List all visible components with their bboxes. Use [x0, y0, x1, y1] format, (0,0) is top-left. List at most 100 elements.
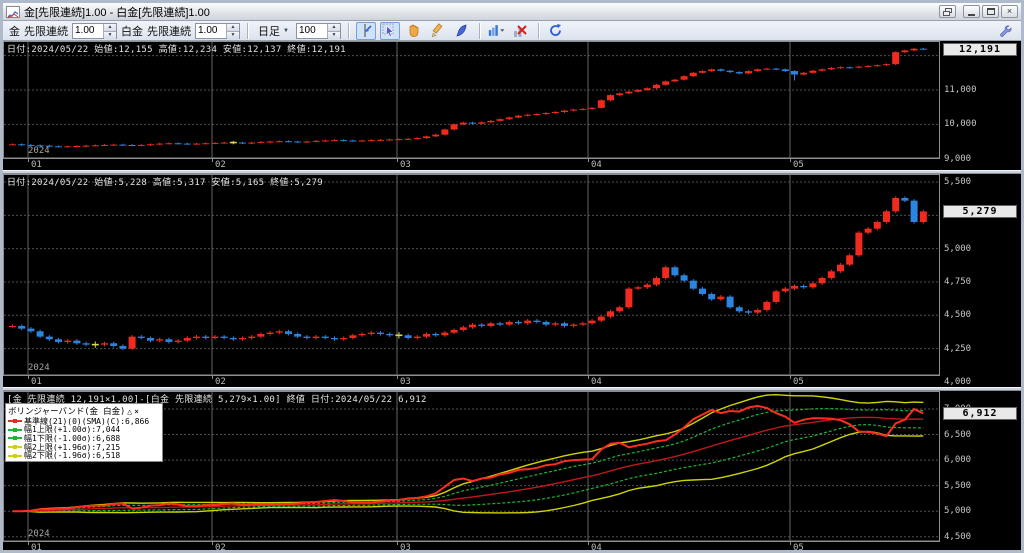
y-axis-tick-label: 5,500	[944, 480, 972, 491]
instrument2-multiplier-input[interactable]	[196, 23, 226, 38]
gold-price-axis: 11,000 10,000 9,000	[940, 41, 1021, 170]
title-bar[interactable]: 金[先限連続]1.00 - 白金[先限連続]1.00 ×	[3, 3, 1021, 21]
legend-close-icon[interactable]: ×	[134, 407, 139, 416]
y-axis-tick-label: 6,500	[944, 429, 972, 440]
y-axis-tick-label: 4,500	[944, 531, 972, 542]
trendline-icon	[364, 24, 373, 37]
y-axis-tick-label: 4,000	[944, 376, 972, 387]
chart-canvas[interactable]: 日付:2024/05/22 始値:12,155 高値:12,234 安値:12,…	[3, 41, 1021, 550]
candlestick-plot[interactable]	[3, 41, 1021, 550]
legend-color-marker	[8, 445, 22, 450]
spin-down-icon[interactable]: ▼	[227, 30, 239, 39]
instrument1-multiplier-spinner[interactable]: ▲▼	[72, 22, 117, 39]
y-axis-tick-label: 5,000	[944, 243, 972, 254]
x-axis-month-label: 01	[31, 160, 42, 170]
y-axis-tick-label: 9,000	[944, 153, 972, 164]
float-window-button[interactable]	[939, 5, 956, 18]
instrument1-label: 金	[9, 25, 20, 38]
x-axis-month-label: 04	[591, 543, 602, 550]
spin-down-icon[interactable]: ▼	[104, 30, 116, 39]
period-dropdown[interactable]: 日足 ▼	[255, 22, 292, 40]
toolbar-separator	[247, 22, 248, 39]
x-axis-month-label: 01	[31, 377, 42, 387]
wrench-icon	[1000, 25, 1012, 37]
chart-window: 金[先限連続]1.00 - 白金[先限連続]1.00 × 金 先限連続 ▲▼ 白…	[0, 0, 1024, 553]
y-axis-tick-label: 5,000	[944, 506, 972, 517]
chevron-down-icon: ▼	[283, 27, 289, 34]
toolbar-separator	[478, 22, 480, 39]
trendline-tool-button[interactable]	[355, 21, 376, 40]
legend-color-marker	[8, 419, 22, 424]
delete-indicator-button[interactable]	[511, 22, 531, 40]
x-axis-month-label: 03	[400, 543, 411, 550]
refresh-icon	[550, 24, 562, 36]
instrument2-multiplier-spinner[interactable]: ▲▼	[195, 22, 240, 39]
settings-wrench-button[interactable]	[995, 22, 1015, 40]
window-title: 金[先限連続]1.00 - 白金[先限連続]1.00	[24, 6, 210, 19]
bar-count-spinner[interactable]: ▲▼	[295, 22, 341, 39]
spread-time-axis: 01 02 03 04 05	[3, 541, 940, 550]
pencil-tool-button[interactable]	[428, 22, 448, 40]
platinum-ohlc-readout: 日付:2024/05/22 始値:5,228 高値:5,317 安値:5,165…	[7, 178, 324, 188]
legend-color-marker	[8, 427, 22, 432]
minimize-button[interactable]	[963, 5, 980, 18]
bar-count-input[interactable]	[296, 23, 327, 38]
y-axis-tick-label: 10,000	[944, 119, 977, 130]
chart-type-dropdown-button[interactable]	[487, 22, 507, 40]
x-axis-month-label: 02	[215, 160, 226, 170]
x-axis-month-label: 02	[215, 377, 226, 387]
legend-item: 幅2下限(-1.96σ):6,518	[8, 451, 160, 460]
x-axis-month-label: 04	[591, 377, 602, 387]
hand-icon	[410, 24, 419, 37]
platinum-current-price-badge: 5,279	[943, 204, 1017, 218]
x-axis-month-label: 03	[400, 160, 411, 170]
toolbar-separator	[537, 22, 539, 39]
instrument1-series-label: 先限連続	[24, 25, 68, 38]
year-label: 2024	[28, 146, 50, 156]
y-axis-tick-label: 4,500	[944, 310, 972, 321]
instrument1-multiplier-input[interactable]	[73, 23, 103, 38]
x-axis-month-label: 05	[793, 160, 804, 170]
quill-tool-button[interactable]	[452, 22, 472, 40]
spin-up-icon[interactable]: ▲	[327, 23, 340, 31]
y-axis-tick-label: 4,750	[944, 276, 972, 287]
y-axis-tick-label: 6,000	[944, 455, 972, 466]
select-tool-button[interactable]	[379, 21, 400, 40]
platinum-time-axis: 01 02 03 04 05	[3, 375, 940, 387]
instrument2-series-label: 先限連続	[147, 25, 191, 38]
panel-divider[interactable]	[3, 387, 1021, 391]
close-button[interactable]: ×	[1001, 5, 1018, 18]
x-axis-month-label: 05	[793, 543, 804, 550]
legend-color-marker	[8, 436, 22, 441]
spin-down-icon[interactable]: ▼	[327, 30, 340, 39]
quill-icon	[456, 24, 467, 37]
gold-time-axis: 01 02 03 04 05	[3, 158, 940, 170]
x-axis-month-label: 03	[400, 377, 411, 387]
year-label: 2024	[28, 529, 50, 539]
spread-current-value-badge: 6,912	[943, 406, 1017, 420]
instrument2-label: 白金	[121, 25, 143, 38]
legend-item-label: 幅2下限(-1.96σ):6,518	[24, 451, 121, 461]
legend-collapse-icon[interactable]: △	[127, 407, 132, 416]
maximize-button[interactable]	[982, 5, 999, 18]
y-axis-tick-label: 4,250	[944, 343, 972, 354]
refresh-button[interactable]	[546, 22, 566, 40]
x-axis-month-label: 05	[793, 377, 804, 387]
toolbar: 金 先限連続 ▲▼ 白金 先限連続 ▲▼ 日足▼ ▲▼	[3, 21, 1021, 41]
app-chart-icon	[6, 5, 20, 18]
hand-tool-button[interactable]	[404, 22, 424, 40]
x-axis-month-label: 04	[591, 160, 602, 170]
x-axis-month-label: 02	[215, 543, 226, 550]
toolbar-separator	[347, 22, 349, 39]
bollinger-legend[interactable]: ボリンジャーバンド(金 白金) △ × 基準線(21)(0)(SMA)(C):6…	[5, 403, 163, 462]
spin-up-icon[interactable]: ▲	[104, 23, 116, 31]
panel-divider[interactable]	[3, 170, 1021, 174]
bar-chart-icon	[488, 25, 505, 36]
x-axis-month-label: 01	[31, 543, 42, 550]
y-axis-tick-label: 5,500	[944, 177, 972, 187]
year-label: 2024	[28, 363, 50, 373]
legend-color-marker	[8, 453, 22, 458]
gold-current-price-badge: 12,191	[943, 42, 1017, 56]
y-axis-tick-label: 11,000	[944, 84, 977, 95]
spin-up-icon[interactable]: ▲	[227, 23, 239, 31]
